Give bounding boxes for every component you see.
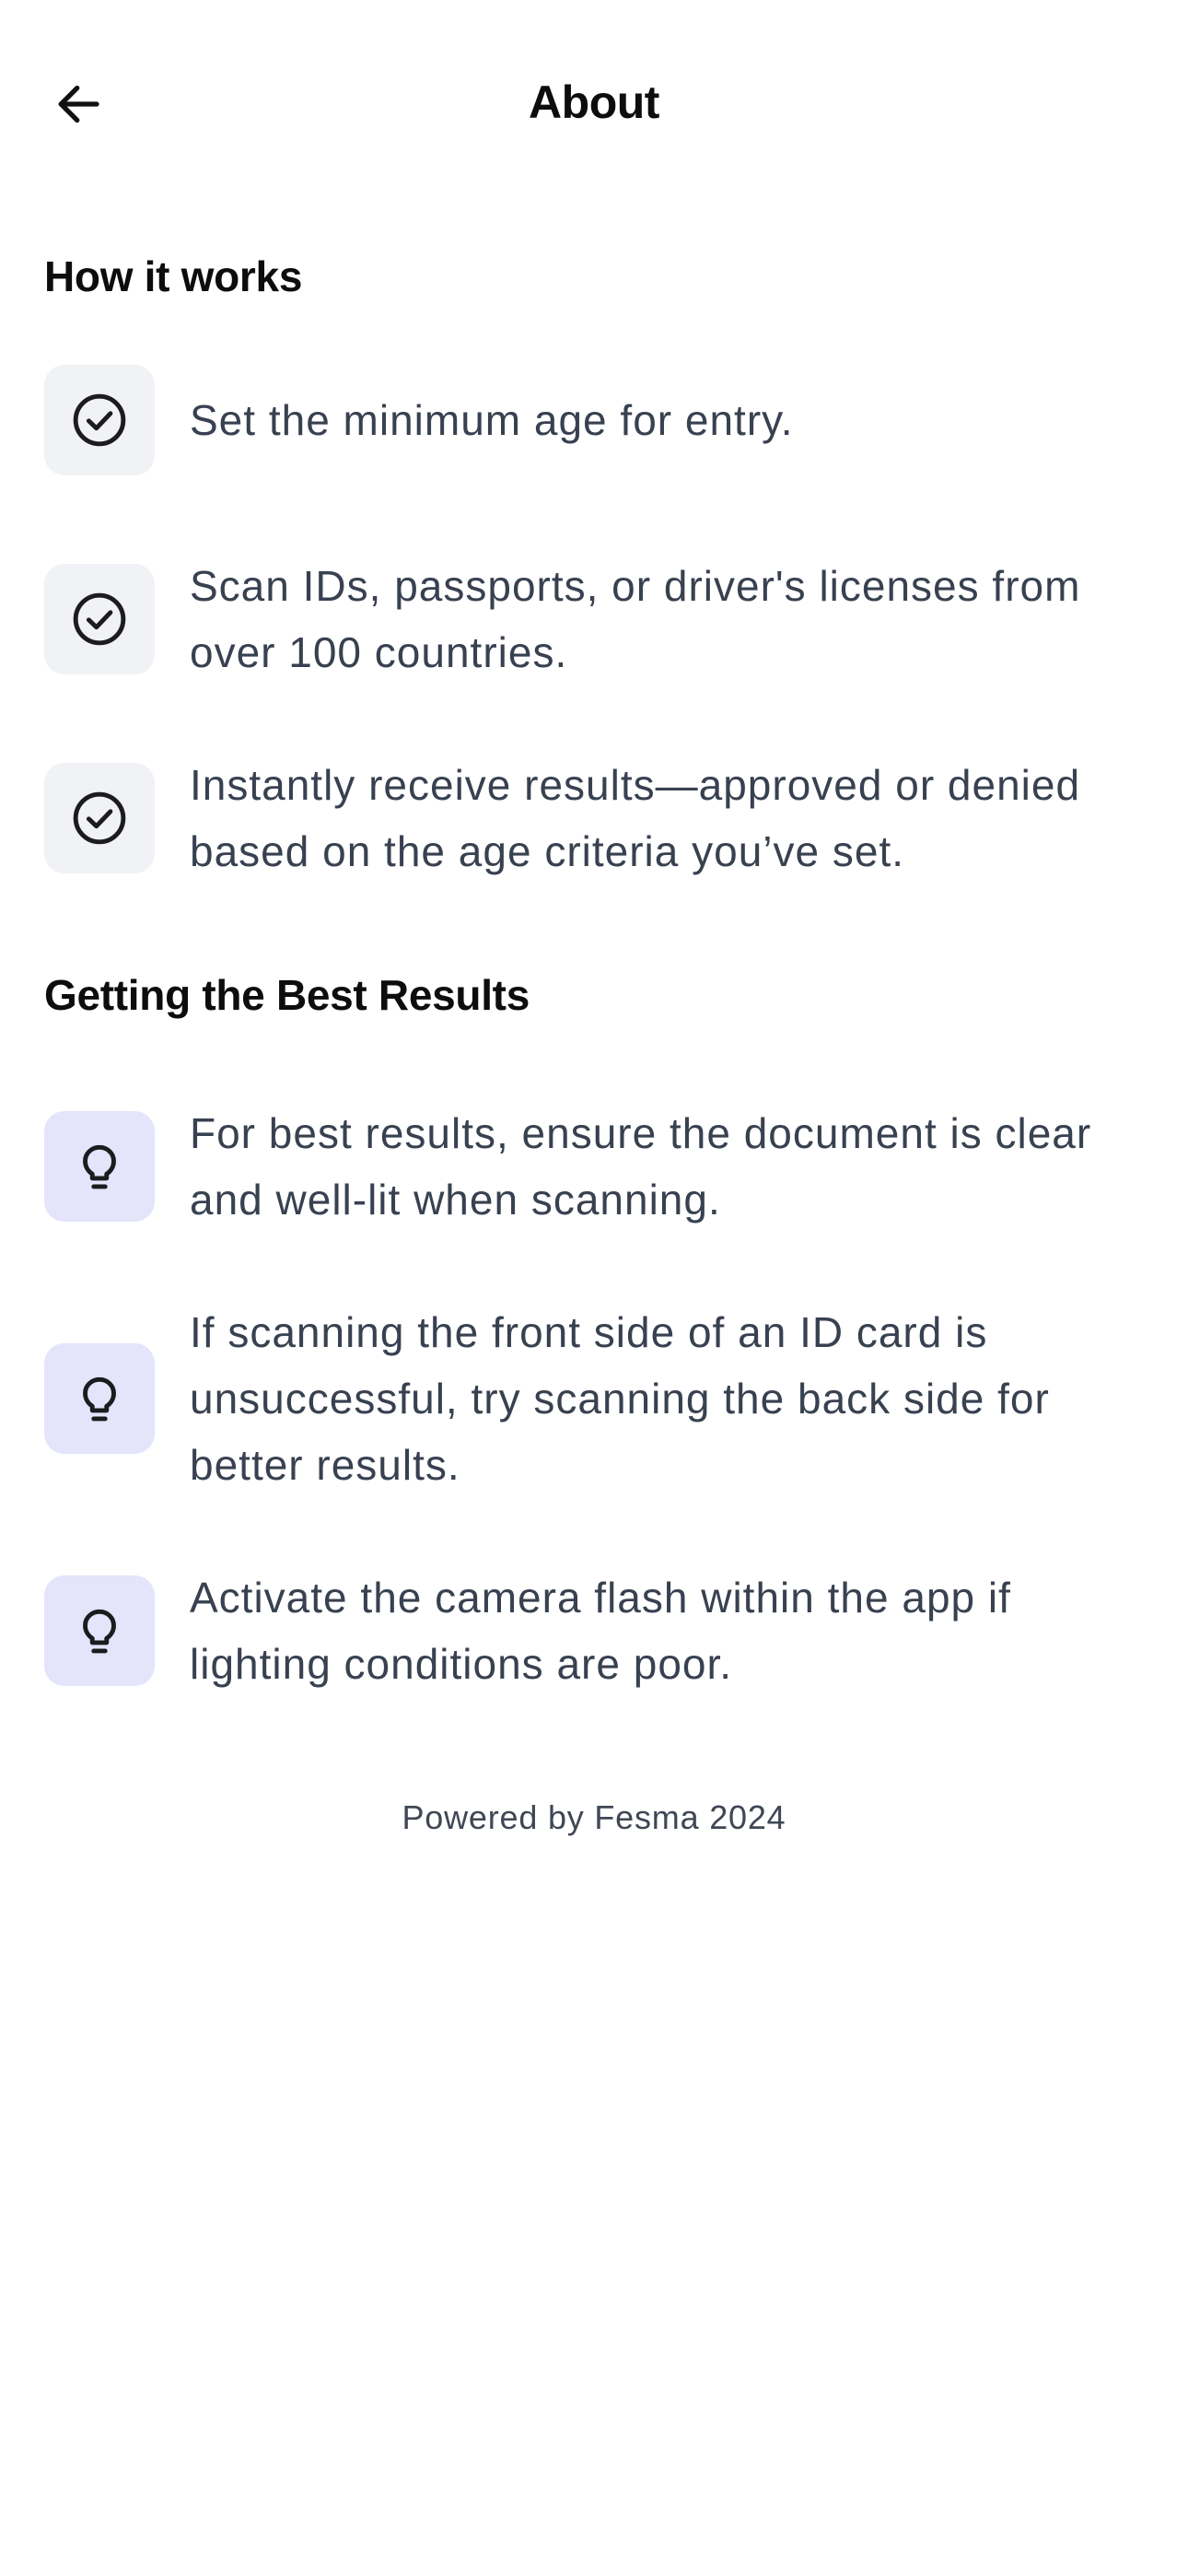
list-item: Activate the camera flash within the app… <box>44 1564 1149 1697</box>
list-item: For best results, ensure the document is… <box>44 1100 1149 1233</box>
tip-badge <box>44 1575 155 1686</box>
list-item: Set the minimum age for entry. <box>44 365 1149 475</box>
list-item-text: Activate the camera flash within the app… <box>190 1574 1011 1688</box>
list-item-text: Set the minimum age for entry. <box>190 396 794 444</box>
section-heading-how-it-works: How it works <box>44 252 303 300</box>
lightbulb-icon <box>83 1376 116 1422</box>
check-circle-icon <box>73 791 126 845</box>
check-circle-icon <box>73 393 126 447</box>
check-badge <box>44 763 155 873</box>
list-item-text: Instantly receive results—approved or de… <box>190 761 1081 875</box>
check-circle-icon <box>73 592 126 646</box>
lightbulb-icon <box>83 1609 116 1654</box>
tip-badge <box>44 1343 155 1454</box>
lightbulb-icon <box>83 1144 116 1189</box>
footer-powered-by: Powered by Fesma 2024 <box>402 1798 786 1836</box>
list-item-text: If scanning the front side of an ID card… <box>190 1308 1050 1489</box>
list-item: Instantly receive results—approved or de… <box>44 752 1149 884</box>
section-heading-best-results: Getting the Best Results <box>44 971 530 1019</box>
list-item: If scanning the front side of an ID card… <box>44 1299 1149 1498</box>
about-content: How it works Set the minimum age for ent… <box>44 241 1149 1697</box>
app-bar: About <box>0 0 1188 203</box>
check-badge <box>44 564 155 674</box>
check-badge <box>44 365 155 475</box>
tip-badge <box>44 1111 155 1222</box>
list-item-text: For best results, ensure the document is… <box>190 1109 1092 1224</box>
list-item: Scan IDs, passports, or driver's license… <box>44 553 1149 685</box>
page-title: About <box>529 76 659 128</box>
list-item-text: Scan IDs, passports, or driver's license… <box>190 562 1081 676</box>
